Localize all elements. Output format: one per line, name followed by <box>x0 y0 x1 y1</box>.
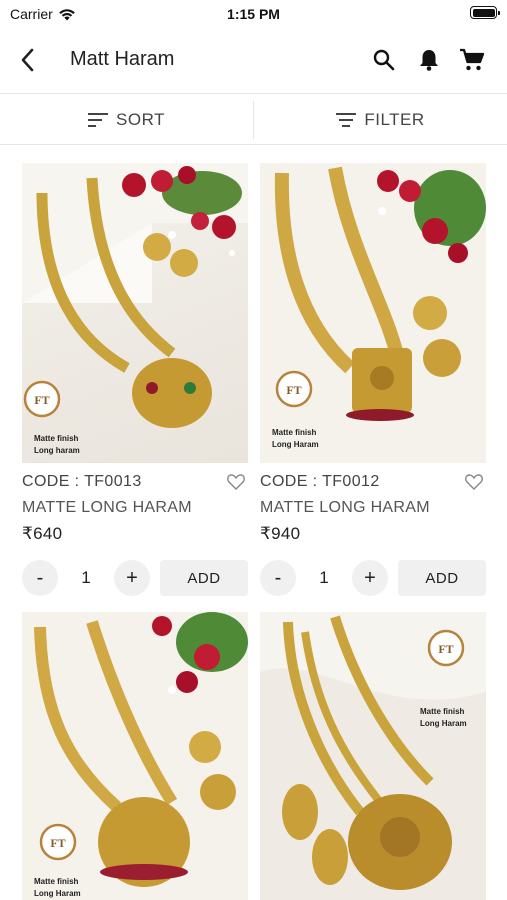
svg-text:FT: FT <box>50 836 65 850</box>
product-code-text: CODE : TF0012 <box>260 473 380 490</box>
product-code: CODE : TF0012 <box>260 473 486 493</box>
quantity-stepper: - 1 + ADD <box>260 560 486 596</box>
sort-filter-bar: SORT FILTER <box>0 95 507 145</box>
earring <box>282 784 318 840</box>
heart-icon[interactable] <box>464 472 484 492</box>
increase-qty-button[interactable]: + <box>114 560 150 596</box>
product-image[interactable]: FT Matte finish Long Haram <box>260 612 486 900</box>
cart-icon <box>460 48 485 71</box>
product-image[interactable]: FT Matte finish Long Haram <box>260 163 486 463</box>
clock: 1:15 PM <box>227 6 280 22</box>
back-arrow-icon <box>21 48 34 72</box>
quantity-value: 1 <box>81 568 91 587</box>
svg-text:Long Haram: Long Haram <box>272 440 319 449</box>
page-title: Matt Haram <box>70 48 175 70</box>
quantity-stepper: - 1 + ADD <box>22 560 248 596</box>
back-button[interactable] <box>14 46 42 74</box>
product-price: ₹940 <box>260 524 301 543</box>
sort-label: SORT <box>116 109 165 129</box>
earring <box>143 233 171 261</box>
status-bar: Carrier 1:15 PM <box>0 0 507 28</box>
svg-text:FT: FT <box>438 642 453 656</box>
svg-text:Long Haram: Long Haram <box>34 889 81 898</box>
heart-icon[interactable] <box>226 472 246 492</box>
product-name: MATTE LONG HARAM <box>22 499 192 516</box>
search-button[interactable] <box>370 46 398 74</box>
sort-button[interactable]: SORT <box>0 95 253 144</box>
add-to-cart-button[interactable]: ADD <box>160 560 248 596</box>
svg-text:Matte finish: Matte finish <box>34 434 79 443</box>
svg-text:Long Haram: Long Haram <box>420 719 467 728</box>
sort-icon <box>88 112 109 127</box>
svg-text:Long haram: Long haram <box>34 446 80 455</box>
search-icon <box>373 49 395 71</box>
svg-text:Matte finish: Matte finish <box>420 707 465 716</box>
product-name: MATTE LONG HARAM <box>260 499 430 516</box>
product-image[interactable]: FT Matte finish Long haram <box>22 163 248 463</box>
earring <box>423 339 461 377</box>
quantity-value: 1 <box>319 568 329 587</box>
svg-text:Matte finish: Matte finish <box>272 428 317 437</box>
pendant <box>132 358 212 428</box>
cart-button[interactable] <box>458 46 486 74</box>
earring <box>312 829 348 885</box>
product-price: ₹640 <box>22 524 63 543</box>
filter-button[interactable]: FILTER <box>254 95 507 144</box>
earring <box>413 296 447 330</box>
app-bar: Matt Haram <box>0 28 507 94</box>
bell-icon <box>420 50 438 71</box>
filter-label: FILTER <box>364 109 425 129</box>
product-code: CODE : TF0013 <box>22 473 248 493</box>
product-image[interactable]: FT Matte finish Long Haram <box>22 612 248 900</box>
filter-icon <box>336 112 357 127</box>
svg-text:Matte finish: Matte finish <box>34 877 79 886</box>
earring <box>200 774 236 810</box>
product-card[interactable]: FT Matte finish Long Haram <box>260 612 486 900</box>
earring <box>170 249 198 277</box>
increase-qty-button[interactable]: + <box>352 560 388 596</box>
decrease-qty-button[interactable]: - <box>260 560 296 596</box>
svg-text:FT: FT <box>34 393 49 407</box>
product-card[interactable]: FT Matte finish Long Haram <box>22 612 248 900</box>
product-card[interactable]: FT Matte finish Long Haram CODE : TF0012… <box>260 163 486 596</box>
add-to-cart-button[interactable]: ADD <box>398 560 486 596</box>
earring <box>189 731 221 763</box>
battery-icon <box>470 6 500 19</box>
notifications-button[interactable] <box>415 46 443 74</box>
product-code-text: CODE : TF0013 <box>22 473 142 490</box>
svg-text:FT: FT <box>286 383 301 397</box>
decrease-qty-button[interactable]: - <box>22 560 58 596</box>
product-card[interactable]: FT Matte finish Long haram CODE : TF0013… <box>22 163 248 596</box>
